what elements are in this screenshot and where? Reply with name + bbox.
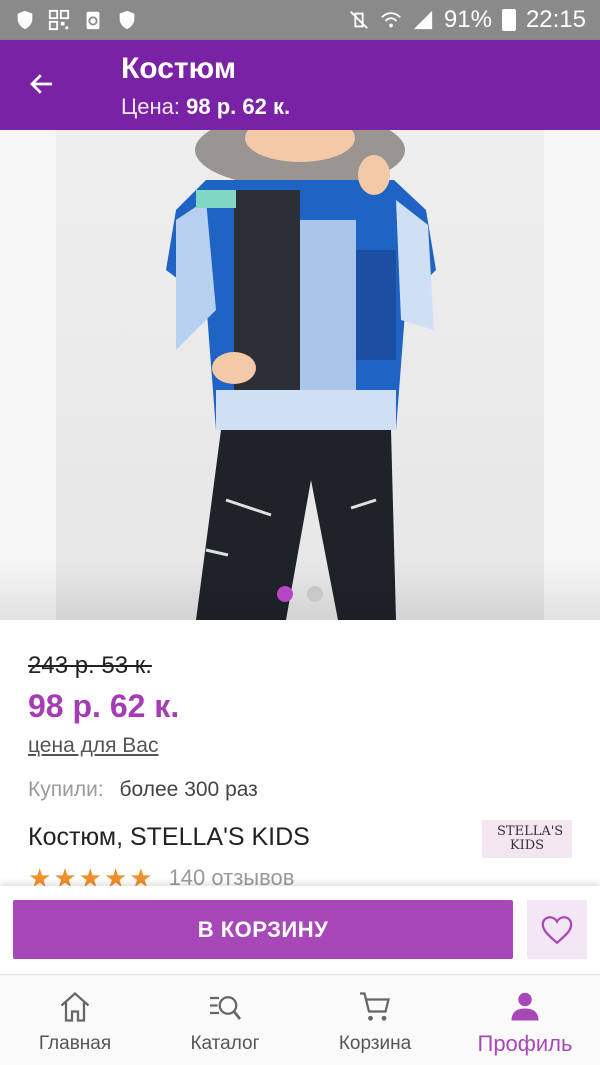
header-price: Цена: 98 р. 62 к. <box>121 94 290 120</box>
gallery-pagination <box>0 586 600 602</box>
status-bar: 91% 22:15 <box>0 0 600 40</box>
gallery-dot[interactable] <box>307 586 323 602</box>
clock: 22:15 <box>525 6 586 33</box>
add-to-cart-button[interactable]: В КОРЗИНУ <box>13 900 513 959</box>
nav-item-catalog[interactable]: Каталог <box>150 975 300 1065</box>
nav-label: Профиль <box>477 1031 573 1056</box>
product-name: Костюм, STELLA'S KIDS <box>28 823 310 851</box>
product-gallery[interactable] <box>0 130 600 620</box>
home-icon <box>60 991 90 1022</box>
nav-label: Корзина <box>338 1033 412 1054</box>
back-button[interactable] <box>20 62 64 106</box>
page-title: Костюм <box>121 52 237 85</box>
shield-icon <box>119 10 135 30</box>
arrow-left-icon <box>30 74 52 94</box>
wifi-icon <box>381 12 401 28</box>
nav-label: Главная <box>38 1033 112 1054</box>
bottom-navigation: Главная Каталог Корзина Профиль <box>0 974 600 1065</box>
nav-label: Каталог <box>190 1033 260 1054</box>
purchase-count: Купили: более 300 раз <box>28 778 258 802</box>
catalog-search-icon <box>210 996 242 1020</box>
profile-icon <box>511 992 539 1021</box>
app-header: Костюм Цена: 98 р. 62 к. <box>0 40 600 130</box>
brand-logo[interactable]: STELLA'S KIDS <box>482 820 572 858</box>
price-for-you-link[interactable]: цена для Вас <box>28 734 158 758</box>
nav-item-cart[interactable]: Корзина <box>300 975 450 1065</box>
signal-icon <box>413 10 433 30</box>
status-notifications <box>14 9 138 31</box>
qr-code-icon <box>48 9 70 31</box>
shield-icon <box>17 10 33 30</box>
product-photo[interactable] <box>56 130 544 620</box>
status-system: 91% 22:15 <box>348 6 586 34</box>
current-price: 98 р. 62 к. <box>28 688 180 724</box>
cart-action-bar: В КОРЗИНУ <box>0 886 600 974</box>
purchase-count-value: более 300 раз <box>119 778 258 801</box>
header-price-label: Цена: <box>121 94 181 119</box>
gallery-dot[interactable] <box>277 586 293 602</box>
battery-percent: 91% <box>443 6 492 33</box>
old-price: 243 р. 53 к. <box>28 652 152 679</box>
nav-item-profile[interactable]: Профиль <box>450 975 600 1065</box>
nav-item-home[interactable]: Главная <box>0 975 150 1065</box>
cart-icon <box>360 992 390 1021</box>
brand-logo-text: STELLA'S KIDS <box>497 824 564 853</box>
purchase-count-label: Купили: <box>28 778 104 801</box>
battery-icon <box>501 9 516 31</box>
heart-icon <box>541 915 573 944</box>
header-price-value: 98 р. 62 к. <box>186 94 291 119</box>
recycle-icon <box>86 11 100 30</box>
vibrate-mute-icon <box>349 11 368 29</box>
favorite-button[interactable] <box>527 900 587 959</box>
product-illustration <box>166 130 436 620</box>
